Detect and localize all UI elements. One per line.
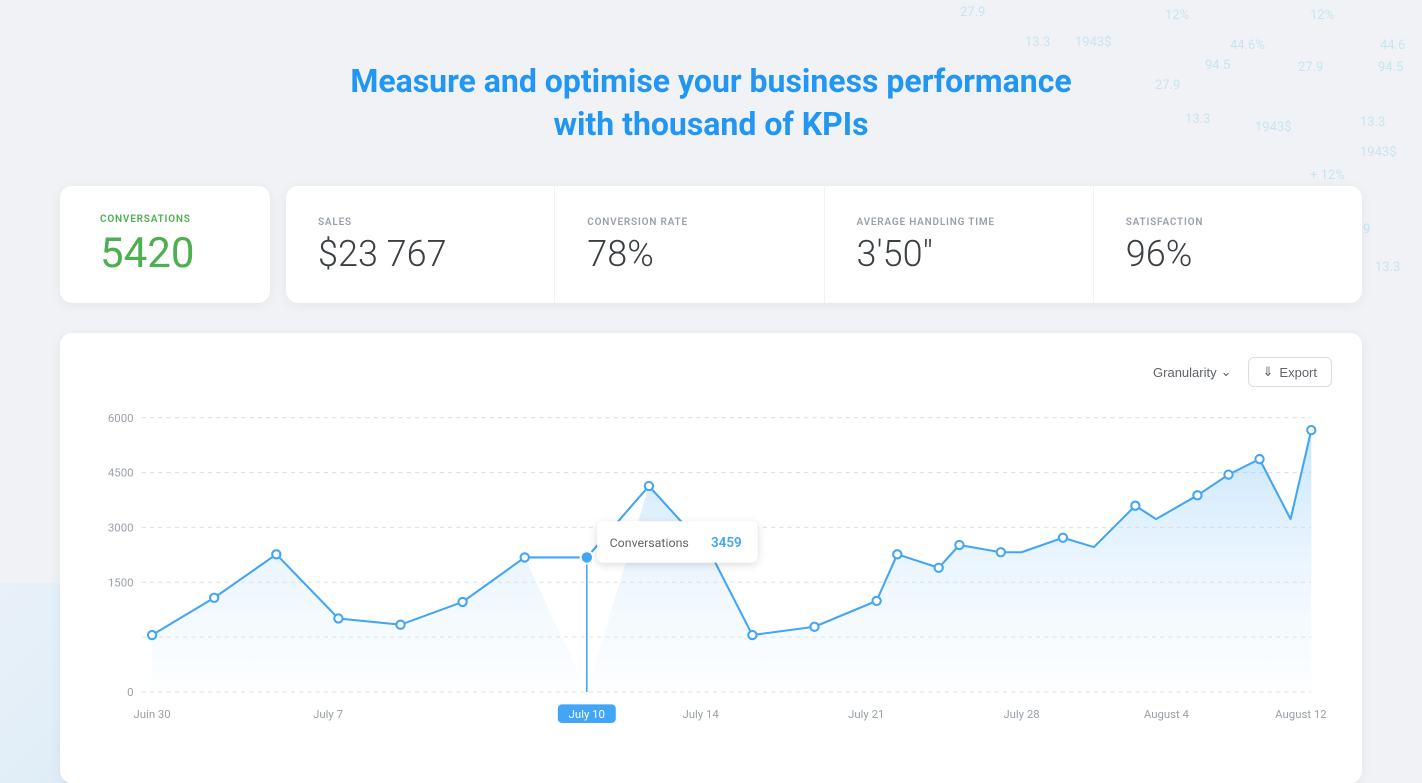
- granularity-label: Granularity: [1153, 365, 1217, 380]
- svg-text:1500: 1500: [108, 576, 134, 590]
- svg-text:Juin 30: Juin 30: [134, 707, 171, 721]
- conversations-label: CONVERSATIONS: [100, 214, 191, 225]
- svg-text:0: 0: [127, 685, 133, 699]
- svg-text:Conversations: Conversations: [610, 536, 689, 551]
- conversion-label: CONVERSION RATE: [587, 217, 688, 228]
- handling-label: AVERAGE HANDLING TIME: [857, 217, 995, 228]
- export-label: Export: [1279, 365, 1317, 380]
- svg-text:August 12: August 12: [1275, 707, 1327, 721]
- chevron-down-icon: ⌄: [1221, 364, 1232, 380]
- kpi-card-sales: SALES $23 767: [286, 186, 555, 303]
- kpi-card-conversations: CONVERSATIONS 5420: [60, 186, 270, 303]
- svg-text:4500: 4500: [108, 466, 134, 480]
- svg-text:July 7: July 7: [313, 707, 343, 721]
- hero-title: Measure and optimise your business perfo…: [60, 60, 1362, 146]
- svg-text:6000: 6000: [108, 411, 134, 425]
- svg-text:July 28: July 28: [1003, 707, 1039, 721]
- kpi-card-satisfaction: SATISFACTION 96%: [1094, 186, 1362, 303]
- svg-text:3000: 3000: [108, 521, 134, 535]
- granularity-button[interactable]: Granularity ⌄: [1153, 364, 1231, 380]
- svg-text:3459: 3459: [711, 536, 742, 551]
- chart-svg-wrapper: 6000 4500 3000 1500 0: [90, 397, 1332, 753]
- kpi-cards-rest: SALES $23 767 CONVERSION RATE 78% AVERAG…: [286, 186, 1362, 303]
- satisfaction-label: SATISFACTION: [1126, 217, 1204, 228]
- sales-label: SALES: [318, 217, 352, 228]
- export-button[interactable]: ⇓ Export: [1248, 357, 1332, 387]
- kpi-card-handling: AVERAGE HANDLING TIME 3'50": [825, 186, 1094, 303]
- download-icon: ⇓: [1263, 364, 1274, 380]
- chart-svg: 6000 4500 3000 1500 0: [90, 397, 1332, 749]
- svg-text:August 4: August 4: [1144, 707, 1190, 721]
- sales-value: $23 767: [318, 236, 447, 272]
- handling-value: 3'50": [857, 236, 933, 272]
- satisfaction-value: 96%: [1126, 236, 1193, 272]
- svg-text:July 10: July 10: [569, 707, 605, 721]
- conversations-value: 5420: [100, 233, 194, 275]
- svg-text:July 21: July 21: [848, 707, 884, 721]
- svg-text:July 14: July 14: [682, 707, 719, 721]
- chart-container: Granularity ⌄ ⇓ Export 6000 4500 3000: [60, 333, 1362, 783]
- kpi-card-conversion: CONVERSION RATE 78%: [555, 186, 824, 303]
- conversion-value: 78%: [587, 236, 654, 272]
- chart-header: Granularity ⌄ ⇓ Export: [90, 357, 1332, 387]
- kpi-row: CONVERSATIONS 5420 SALES $23 767 CONVERS…: [60, 186, 1362, 303]
